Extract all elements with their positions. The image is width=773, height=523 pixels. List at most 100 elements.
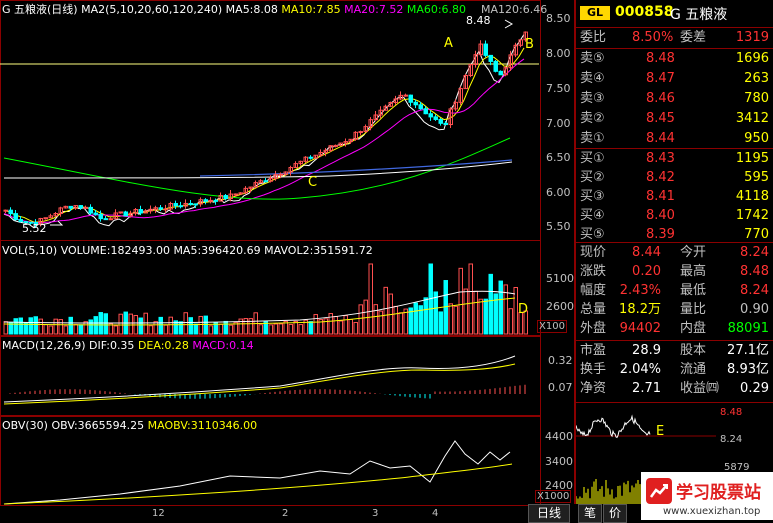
candle-body	[158, 207, 163, 210]
candle-body	[213, 199, 218, 202]
candle-body	[3, 209, 8, 212]
daily-button[interactable]: 日线	[528, 504, 570, 523]
stat-value: 8.48	[740, 264, 769, 279]
ask-volume: 1696	[735, 51, 769, 66]
candle-body	[308, 156, 313, 159]
volume-bar	[148, 325, 153, 335]
stat-row: 总量 18.2万 量比 0.90	[576, 300, 773, 320]
candle-body	[433, 116, 438, 120]
stat-label: 涨跌	[580, 264, 607, 279]
candle-body	[403, 94, 408, 97]
volume-bar	[463, 288, 468, 335]
volume-bar	[68, 316, 73, 335]
volume-bar	[473, 290, 478, 335]
ma60-line	[3, 137, 511, 200]
date-label: 4	[432, 508, 439, 519]
volume-bar	[508, 308, 513, 335]
volume-bar	[433, 291, 438, 335]
kline-header: G 五粮液(日线) MA2(5,10,20,60,120,240) MA5:8.…	[2, 3, 466, 17]
price-tick: 5.50	[546, 220, 571, 233]
volume-bar	[48, 325, 53, 335]
watermark-title: 学习股票站	[676, 483, 761, 503]
price-button[interactable]: 价	[603, 504, 627, 523]
obv-tick: 4400	[545, 430, 573, 443]
volume-bar	[288, 323, 293, 335]
candle-body	[78, 205, 83, 209]
volume-bar	[88, 319, 93, 335]
candle-body	[163, 208, 168, 211]
date-label: 12	[152, 508, 165, 519]
kline-chart[interactable]	[0, 0, 540, 240]
ask-price: 8.45	[646, 111, 675, 126]
stat-label: 总量	[580, 302, 607, 317]
stat-value: 88091	[727, 321, 769, 336]
volume-bar	[483, 298, 488, 335]
pen-button[interactable]: 笔	[578, 504, 602, 523]
price-tick: 6.00	[546, 186, 571, 199]
price-tick: 7.50	[546, 82, 571, 95]
volume-bar	[118, 313, 123, 335]
candle-body	[103, 218, 108, 221]
stock-logo: GL	[580, 6, 610, 20]
stat-row: 幅度 2.43% 最低 8.24	[576, 281, 773, 301]
ask-volume: 3412	[735, 111, 769, 126]
wc-value: 1319	[735, 30, 769, 45]
volume-bar	[163, 324, 168, 335]
volume-bar	[513, 287, 518, 335]
ma20-value: MA20:7.52	[344, 3, 404, 16]
chart-icon	[646, 478, 672, 504]
bid-volume: 595	[744, 170, 769, 185]
date-label: 3	[372, 508, 379, 519]
wb-value: 8.50%	[632, 30, 674, 45]
bid-label: 买①	[580, 151, 605, 166]
ask-label: 卖②	[580, 111, 605, 126]
volume-bar	[83, 321, 88, 335]
ma-label: MA2(5,10,20,60,120,240)	[81, 3, 223, 16]
volume-bar	[113, 325, 118, 335]
candle-body	[188, 202, 193, 205]
ask-row: 卖② 8.45 3412	[576, 109, 773, 129]
candle-body	[173, 203, 178, 207]
mini-top: 8.48	[720, 407, 743, 418]
ask-row: 卖① 8.44 950	[576, 129, 773, 149]
volume-bar	[488, 273, 493, 335]
volume-bar	[298, 324, 303, 335]
volume-tick: 5100	[546, 272, 574, 285]
price-tick: 6.50	[546, 151, 571, 164]
candle-body	[43, 217, 48, 220]
wc-label: 委差	[680, 30, 707, 45]
stat-value: 2.04%	[619, 362, 661, 377]
stat-label: 幅度	[580, 283, 607, 298]
volume-bar	[268, 324, 273, 335]
volume-bar	[153, 321, 158, 335]
volume-bar	[308, 321, 313, 335]
high-arrow	[504, 19, 514, 29]
candle-body	[488, 54, 493, 62]
stat-value: 18.2万	[619, 302, 661, 317]
candle-body	[68, 205, 73, 209]
bid-volume: 1742	[735, 208, 769, 223]
stat-row: 换手 2.04% 流通 8.93亿	[576, 360, 773, 380]
ma5-value: MA5:8.08	[225, 3, 278, 16]
ask-label: 卖①	[580, 131, 605, 146]
candle-body	[413, 101, 418, 106]
stat-label: 外盘	[580, 321, 607, 336]
volume-unit: X100	[537, 320, 567, 333]
volume-bar	[373, 304, 378, 335]
stat-value: 0.90	[740, 302, 769, 317]
candle-body	[263, 180, 268, 183]
dif-value: DIF:0.35	[89, 339, 135, 352]
bid-label: 买②	[580, 170, 605, 185]
mark-a: A	[444, 36, 453, 51]
bid-price: 8.43	[646, 151, 675, 166]
candle-body	[13, 213, 18, 221]
candle-body	[498, 70, 503, 76]
volume-bar	[228, 324, 233, 335]
stat-row: 现价 8.44 今开 8.24	[576, 243, 773, 263]
date-label: 2	[282, 508, 289, 519]
volume-bar	[183, 312, 188, 335]
ma120-line	[3, 161, 513, 179]
stock-code: 000858	[615, 4, 674, 20]
volume-bar	[188, 317, 193, 335]
obv-label: OBV(30)	[2, 419, 48, 432]
